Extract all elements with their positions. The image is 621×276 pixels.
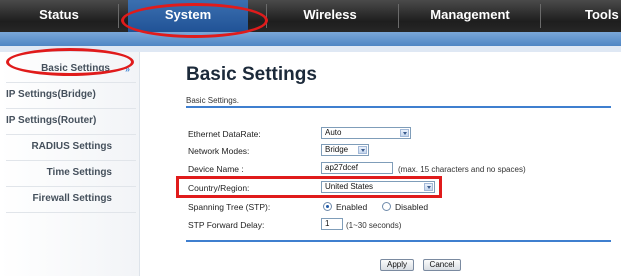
sidebar-item-label: IP Settings(Router)	[6, 115, 97, 126]
tab-tools[interactable]: Tools	[585, 0, 621, 36]
sidebar-item-label: Time Settings	[46, 167, 112, 178]
ethernet-datarate-select[interactable]: Auto	[321, 127, 411, 139]
spanning-tree-label: Spanning Tree (STP):	[188, 202, 271, 212]
sidebar-item-label: Firewall Settings	[32, 193, 112, 204]
top-nav: Status System Wireless Management Tools	[0, 0, 621, 36]
sidebar-item-ip-settings-router[interactable]: IP Settings(Router)	[0, 108, 140, 134]
network-modes-select[interactable]: Bridge	[321, 144, 369, 156]
select-value: Bridge	[325, 145, 349, 154]
chevron-down-icon	[400, 129, 409, 137]
sidebar-item-time-settings[interactable]: Time Settings	[0, 160, 140, 186]
sidebar-item-radius-settings[interactable]: RADIUS Settings	[0, 134, 140, 160]
highlight-ellipse-basic-settings	[6, 48, 134, 76]
stp-disabled-label: Disabled	[395, 202, 429, 212]
stp-forward-delay-label: STP Forward Delay:	[188, 220, 265, 230]
divider	[186, 106, 611, 108]
sidebar-item-label: IP Settings(Bridge)	[6, 89, 96, 100]
stp-enabled-label: Enabled	[336, 202, 368, 212]
stp-enabled-radio[interactable]	[323, 202, 332, 211]
network-modes-label: Network Modes:	[188, 146, 250, 156]
nav-divider	[118, 4, 119, 28]
ethernet-datarate-label: Ethernet DataRate:	[188, 129, 261, 139]
sidebar-item-ip-settings-bridge[interactable]: IP Settings(Bridge)	[0, 82, 140, 108]
apply-button[interactable]: Apply	[380, 259, 414, 271]
stp-forward-delay-input[interactable]: 1	[321, 218, 343, 230]
highlight-ellipse-system	[121, 3, 268, 38]
cancel-button[interactable]: Cancel	[423, 259, 461, 271]
highlight-box-country-region	[176, 176, 442, 198]
divider	[6, 212, 136, 213]
tab-management[interactable]: Management	[400, 0, 540, 36]
stp-forward-delay-hint: (1~30 seconds)	[346, 221, 402, 230]
divider	[186, 240, 611, 242]
select-value: Auto	[325, 128, 342, 137]
sidebar-item-firewall-settings[interactable]: Firewall Settings	[0, 186, 140, 212]
nav-divider	[540, 4, 541, 28]
sub-nav-bar	[0, 32, 621, 46]
sidebar: Basic Settings » IP Settings(Bridge) IP …	[0, 52, 140, 276]
tab-status[interactable]: Status	[0, 0, 118, 36]
page-title: Basic Settings	[186, 64, 317, 85]
device-name-label: Device Name :	[188, 164, 244, 174]
device-name-input[interactable]: ap27dcef	[321, 162, 393, 174]
page-subtitle: Basic Settings.	[186, 96, 239, 105]
nav-divider	[398, 4, 399, 28]
chevron-down-icon	[358, 146, 367, 154]
tab-wireless[interactable]: Wireless	[270, 0, 390, 36]
sidebar-item-label: RADIUS Settings	[31, 141, 112, 152]
stp-disabled-radio[interactable]	[382, 202, 391, 211]
device-name-hint: (max. 15 characters and no spaces)	[398, 165, 526, 174]
